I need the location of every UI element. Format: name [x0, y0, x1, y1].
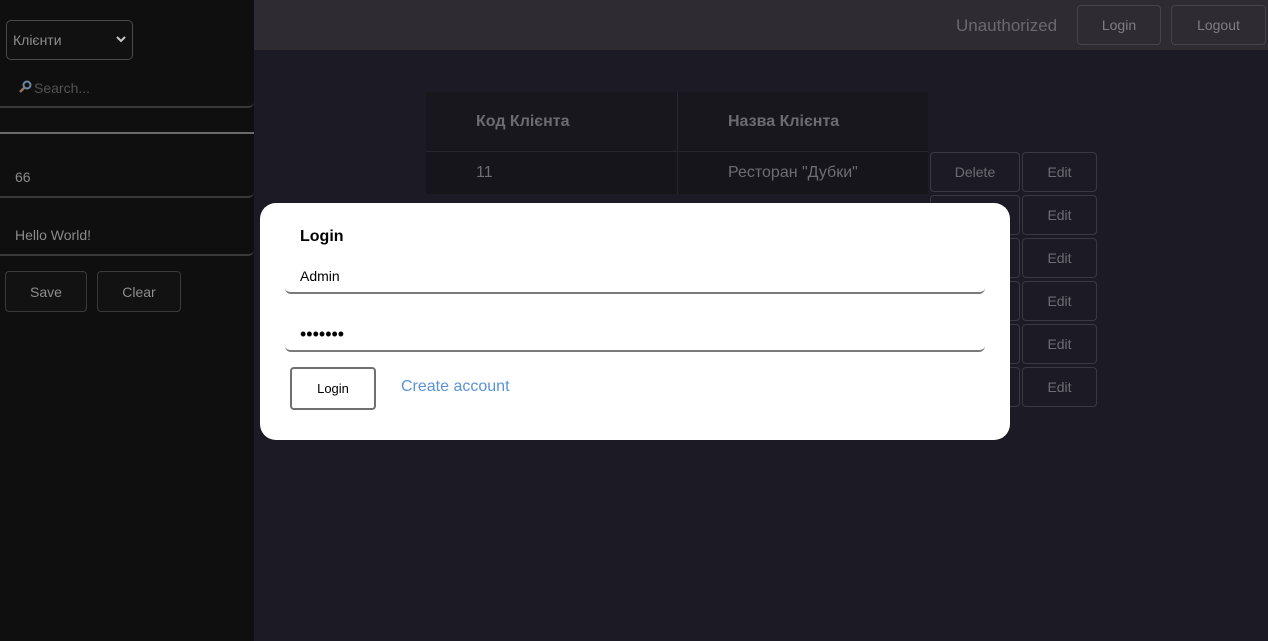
delete-button[interactable]: Delete [930, 152, 1020, 192]
create-account-link[interactable]: Create account [401, 378, 510, 396]
table-header: Код Клієнта Назва Клієнта [426, 92, 928, 151]
username-value: Admin [300, 268, 340, 284]
modal-login-button[interactable]: Login [290, 367, 376, 410]
save-button[interactable]: Save [5, 271, 87, 312]
header-logout-button[interactable]: Logout [1171, 5, 1266, 45]
name-field-value: Hello World! [15, 227, 91, 243]
chevron-down-icon [116, 35, 126, 46]
clear-button[interactable]: Clear [97, 271, 181, 312]
edit-button[interactable]: Edit [1022, 238, 1097, 278]
name-field[interactable]: Hello World! [0, 216, 254, 256]
clients-table: Код Клієнта Назва Клієнта 11 Ресторан "Д… [426, 92, 928, 194]
id-field[interactable]: 66 [0, 158, 254, 198]
header-login-button[interactable]: Login [1077, 5, 1161, 45]
username-input[interactable]: Admin [285, 260, 985, 294]
search-placeholder: Search... [34, 80, 91, 96]
cell-name: Ресторан "Дубки" [677, 152, 928, 194]
table-select-value: Клієнти [13, 32, 62, 48]
edit-button[interactable]: Edit [1022, 324, 1097, 364]
table-row: 11 Ресторан "Дубки" [426, 151, 928, 194]
column-header-name: Назва Клієнта [677, 92, 928, 151]
password-value: ••••••• [300, 323, 345, 344]
search-input[interactable]: Search... [0, 70, 254, 108]
sidebar: Клієнти Search... 66 Hello World! Save C… [0, 0, 254, 641]
auth-status: Unauthorized [956, 16, 1058, 35]
search-icon [18, 80, 32, 97]
top-bar: Unauthorized Login Logout [254, 0, 1268, 50]
edit-button[interactable]: Edit [1022, 367, 1097, 407]
edit-button[interactable]: Edit [1022, 152, 1097, 192]
login-modal: Login Admin ••••••• Login Create account [260, 203, 1010, 440]
edit-button[interactable]: Edit [1022, 281, 1097, 321]
table-select[interactable]: Клієнти [6, 20, 133, 60]
password-input[interactable]: ••••••• [285, 318, 985, 352]
id-field-value: 66 [15, 169, 31, 185]
divider [0, 132, 254, 134]
modal-title: Login [300, 228, 344, 245]
cell-code: 11 [476, 164, 493, 181]
column-header-code: Код Клієнта [476, 112, 570, 130]
edit-button[interactable]: Edit [1022, 195, 1097, 235]
